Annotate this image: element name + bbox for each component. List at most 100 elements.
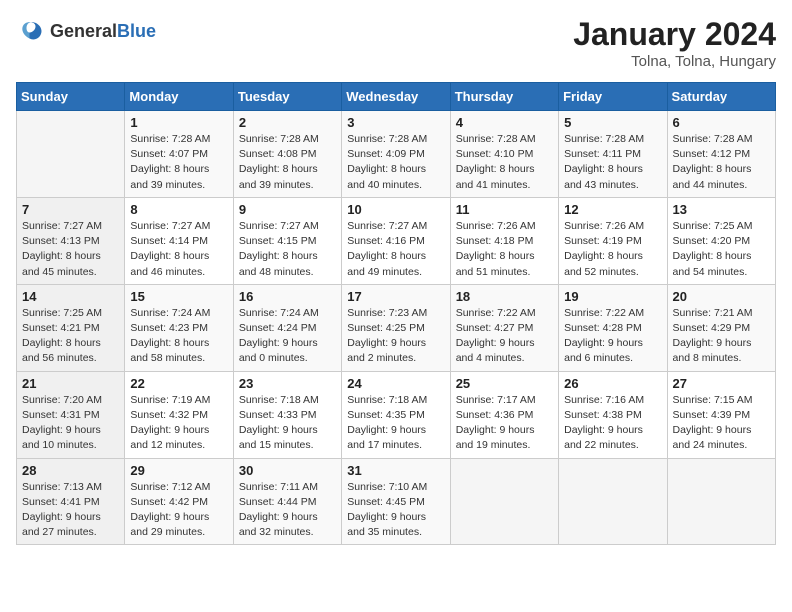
calendar-cell: 10 Sunrise: 7:27 AMSunset: 4:16 PMDayligh…: [342, 197, 450, 284]
header-row: SundayMondayTuesdayWednesdayThursdayFrid…: [17, 83, 776, 111]
calendar-cell: 20 Sunrise: 7:21 AMSunset: 4:29 PMDayligh…: [667, 284, 775, 371]
day-info: Sunrise: 7:19 AMSunset: 4:32 PMDaylight:…: [130, 393, 227, 454]
calendar-cell: 26 Sunrise: 7:16 AMSunset: 4:38 PMDayligh…: [559, 371, 667, 458]
day-info: Sunrise: 7:15 AMSunset: 4:39 PMDaylight:…: [673, 393, 770, 454]
day-info: Sunrise: 7:11 AMSunset: 4:44 PMDaylight:…: [239, 480, 336, 541]
day-info: Sunrise: 7:18 AMSunset: 4:33 PMDaylight:…: [239, 393, 336, 454]
col-header-sunday: Sunday: [17, 83, 125, 111]
day-number: 10: [347, 202, 444, 217]
calendar-cell: [667, 458, 775, 545]
calendar-cell: 2Sunrise: 7:28 AMSunset: 4:08 PMDaylight…: [233, 111, 341, 198]
day-info: Sunrise: 7:22 AMSunset: 4:28 PMDaylight:…: [564, 306, 661, 367]
calendar-cell: [450, 458, 558, 545]
calendar-table: SundayMondayTuesdayWednesdayThursdayFrid…: [16, 82, 776, 545]
calendar-cell: 31 Sunrise: 7:10 AMSunset: 4:45 PMDayligh…: [342, 458, 450, 545]
day-info: Sunrise: 7:12 AMSunset: 4:42 PMDaylight:…: [130, 480, 227, 541]
day-info: Sunrise: 7:17 AMSunset: 4:36 PMDaylight:…: [456, 393, 553, 454]
day-info: Sunrise: 7:21 AMSunset: 4:29 PMDaylight:…: [673, 306, 770, 367]
day-info: Sunrise: 7:28 AMSunset: 4:10 PMDaylight:…: [456, 132, 553, 193]
day-info: Sunrise: 7:27 AMSunset: 4:14 PMDaylight:…: [130, 219, 227, 280]
day-number: 21: [22, 376, 119, 391]
day-number: 4: [456, 115, 553, 130]
calendar-cell: 22 Sunrise: 7:19 AMSunset: 4:32 PMDayligh…: [125, 371, 233, 458]
day-info: Sunrise: 7:27 AMSunset: 4:13 PMDaylight:…: [22, 219, 119, 280]
day-number: 31: [347, 463, 444, 478]
day-number: 18: [456, 289, 553, 304]
calendar-cell: 21 Sunrise: 7:20 AMSunset: 4:31 PMDayligh…: [17, 371, 125, 458]
day-number: 17: [347, 289, 444, 304]
day-number: 20: [673, 289, 770, 304]
day-number: 25: [456, 376, 553, 391]
day-number: 16: [239, 289, 336, 304]
logo-blue: Blue: [117, 21, 156, 42]
day-number: 28: [22, 463, 119, 478]
day-number: 23: [239, 376, 336, 391]
col-header-monday: Monday: [125, 83, 233, 111]
calendar-cell: 23 Sunrise: 7:18 AMSunset: 4:33 PMDayligh…: [233, 371, 341, 458]
day-number: 29: [130, 463, 227, 478]
day-number: 2: [239, 115, 336, 130]
calendar-cell: [559, 458, 667, 545]
day-info: Sunrise: 7:13 AMSunset: 4:41 PMDaylight:…: [22, 480, 119, 541]
header-area: General Blue January 2024 Tolna, Tolna, …: [16, 16, 776, 70]
title-area: January 2024 Tolna, Tolna, Hungary: [573, 16, 776, 70]
day-number: 7: [22, 202, 119, 217]
day-info: Sunrise: 7:20 AMSunset: 4:31 PMDaylight:…: [22, 393, 119, 454]
location-title: Tolna, Tolna, Hungary: [573, 53, 776, 70]
day-info: Sunrise: 7:26 AMSunset: 4:18 PMDaylight:…: [456, 219, 553, 280]
day-info: Sunrise: 7:18 AMSunset: 4:35 PMDaylight:…: [347, 393, 444, 454]
day-number: 8: [130, 202, 227, 217]
calendar-cell: 29 Sunrise: 7:12 AMSunset: 4:42 PMDayligh…: [125, 458, 233, 545]
day-number: 1: [130, 115, 227, 130]
day-info: Sunrise: 7:28 AMSunset: 4:07 PMDaylight:…: [130, 132, 227, 193]
logo-general: General: [50, 21, 117, 42]
day-number: 6: [673, 115, 770, 130]
day-info: Sunrise: 7:10 AMSunset: 4:45 PMDaylight:…: [347, 480, 444, 541]
calendar-cell: 3Sunrise: 7:28 AMSunset: 4:09 PMDaylight…: [342, 111, 450, 198]
day-number: 15: [130, 289, 227, 304]
calendar-cell: 12 Sunrise: 7:26 AMSunset: 4:19 PMDayligh…: [559, 197, 667, 284]
day-info: Sunrise: 7:26 AMSunset: 4:19 PMDaylight:…: [564, 219, 661, 280]
month-title: January 2024: [573, 16, 776, 53]
col-header-wednesday: Wednesday: [342, 83, 450, 111]
col-header-friday: Friday: [559, 83, 667, 111]
calendar-cell: 28 Sunrise: 7:13 AMSunset: 4:41 PMDayligh…: [17, 458, 125, 545]
calendar-cell: 6Sunrise: 7:28 AMSunset: 4:12 PMDaylight…: [667, 111, 775, 198]
day-info: Sunrise: 7:16 AMSunset: 4:38 PMDaylight:…: [564, 393, 661, 454]
col-header-thursday: Thursday: [450, 83, 558, 111]
day-number: 22: [130, 376, 227, 391]
day-info: Sunrise: 7:25 AMSunset: 4:21 PMDaylight:…: [22, 306, 119, 367]
day-number: 24: [347, 376, 444, 391]
week-row-4: 28 Sunrise: 7:13 AMSunset: 4:41 PMDayligh…: [17, 458, 776, 545]
logo-text: General Blue: [50, 21, 156, 42]
day-info: Sunrise: 7:24 AMSunset: 4:23 PMDaylight:…: [130, 306, 227, 367]
col-header-tuesday: Tuesday: [233, 83, 341, 111]
day-number: 9: [239, 202, 336, 217]
calendar-cell: 7 Sunrise: 7:27 AMSunset: 4:13 PMDaylight…: [17, 197, 125, 284]
day-number: 14: [22, 289, 119, 304]
calendar-cell: 17 Sunrise: 7:23 AMSunset: 4:25 PMDayligh…: [342, 284, 450, 371]
week-row-0: 1 Sunrise: 7:28 AMSunset: 4:07 PMDaylight…: [17, 111, 776, 198]
day-number: 26: [564, 376, 661, 391]
day-number: 11: [456, 202, 553, 217]
calendar-cell: 5Sunrise: 7:28 AMSunset: 4:11 PMDaylight…: [559, 111, 667, 198]
col-header-saturday: Saturday: [667, 83, 775, 111]
day-info: Sunrise: 7:27 AMSunset: 4:15 PMDaylight:…: [239, 219, 336, 280]
day-number: 12: [564, 202, 661, 217]
calendar-cell: 30Sunrise: 7:11 AMSunset: 4:44 PMDayligh…: [233, 458, 341, 545]
calendar-cell: 14 Sunrise: 7:25 AMSunset: 4:21 PMDayligh…: [17, 284, 125, 371]
day-info: Sunrise: 7:27 AMSunset: 4:16 PMDaylight:…: [347, 219, 444, 280]
day-info: Sunrise: 7:24 AMSunset: 4:24 PMDaylight:…: [239, 306, 336, 367]
calendar-cell: 8 Sunrise: 7:27 AMSunset: 4:14 PMDaylight…: [125, 197, 233, 284]
calendar-cell: 16 Sunrise: 7:24 AMSunset: 4:24 PMDayligh…: [233, 284, 341, 371]
day-number: 5: [564, 115, 661, 130]
calendar-cell: 15 Sunrise: 7:24 AMSunset: 4:23 PMDayligh…: [125, 284, 233, 371]
logo-icon: [16, 16, 46, 46]
calendar-cell: 9 Sunrise: 7:27 AMSunset: 4:15 PMDaylight…: [233, 197, 341, 284]
day-info: Sunrise: 7:23 AMSunset: 4:25 PMDaylight:…: [347, 306, 444, 367]
calendar-cell: 24 Sunrise: 7:18 AMSunset: 4:35 PMDayligh…: [342, 371, 450, 458]
logo: General Blue: [16, 16, 156, 46]
day-number: 13: [673, 202, 770, 217]
day-info: Sunrise: 7:28 AMSunset: 4:09 PMDaylight:…: [347, 132, 444, 193]
calendar-cell: 13Sunrise: 7:25 AMSunset: 4:20 PMDayligh…: [667, 197, 775, 284]
